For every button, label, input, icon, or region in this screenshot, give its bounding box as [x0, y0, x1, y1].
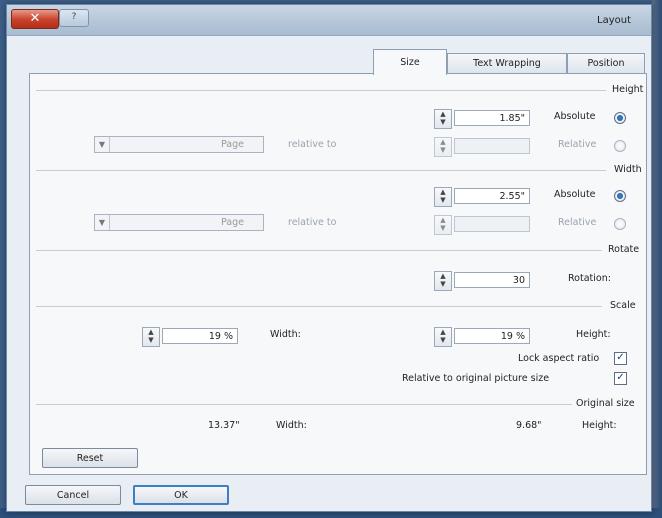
height-relative-label: Relative	[558, 139, 597, 150]
width-relative-label: Relative	[558, 217, 597, 228]
height-absolute-spin-icon[interactable]: ▲ ▼	[434, 109, 452, 129]
width-absolute-radio[interactable]	[614, 190, 626, 202]
tab-position[interactable]: Position	[567, 53, 645, 74]
help-button[interactable]: ?	[59, 9, 89, 27]
width-relative-radio[interactable]	[614, 218, 626, 230]
height-absolute-radio[interactable]	[614, 112, 626, 124]
layout-dialog: ✕ ? Layout Size Text Wrapping Position H…	[6, 4, 652, 512]
lock-aspect-label: Lock aspect ratio	[518, 353, 600, 364]
rotate-section-title: Rotate	[608, 244, 640, 255]
width-relative-to-dropdown[interactable]: ▼ Page	[94, 214, 264, 231]
tab-text-wrapping[interactable]: Text Wrapping	[447, 53, 567, 74]
original-width-label: Width:	[276, 420, 307, 431]
separator	[36, 250, 602, 251]
reset-button[interactable]: Reset	[42, 448, 138, 468]
title-bar[interactable]: ✕ ? Layout	[7, 5, 651, 36]
height-absolute-field[interactable]: 1.85"	[454, 110, 530, 126]
window-title: Layout	[597, 15, 631, 26]
width-absolute-field[interactable]: 2.55"	[454, 188, 530, 204]
original-size-section-title: Original size	[576, 398, 635, 409]
lock-aspect-checkbox[interactable]: ✓	[614, 352, 627, 365]
width-relative-spin-icon[interactable]: ▲ ▼	[434, 215, 452, 235]
rotation-label: Rotation:	[568, 273, 611, 284]
original-height-label: Height:	[582, 420, 617, 431]
height-relative-to-label: relative to	[288, 139, 337, 150]
scale-height-label: Height:	[576, 329, 611, 340]
chevron-down-icon: ▼	[95, 137, 110, 152]
desktop-edge	[652, 0, 662, 518]
separator	[36, 170, 606, 171]
separator	[36, 90, 606, 91]
width-absolute-label: Absolute	[554, 189, 596, 200]
separator	[36, 404, 572, 405]
width-relative-field[interactable]	[454, 216, 530, 232]
height-relative-to-value: Page	[221, 139, 244, 150]
scale-width-spin-icon[interactable]: ▲ ▼	[142, 327, 160, 347]
original-height-value: 9.68"	[516, 420, 542, 431]
width-section-title: Width	[614, 164, 642, 175]
height-section-title: Height	[612, 84, 644, 95]
close-button[interactable]: ✕	[11, 9, 59, 29]
scale-height-spin-icon[interactable]: ▲ ▼	[434, 327, 452, 347]
original-width-value: 13.37"	[208, 420, 240, 431]
height-relative-radio[interactable]	[614, 140, 626, 152]
scale-width-label: Width:	[270, 329, 301, 340]
scale-width-field[interactable]: 19 %	[162, 328, 238, 344]
rotation-spin-icon[interactable]: ▲ ▼	[434, 271, 452, 291]
width-relative-to-label: relative to	[288, 217, 337, 228]
height-relative-field[interactable]	[454, 138, 530, 154]
ok-button[interactable]: OK	[133, 485, 229, 505]
relative-original-label: Relative to original picture size	[402, 373, 550, 384]
height-relative-spin-icon[interactable]: ▲ ▼	[434, 137, 452, 157]
rotation-field[interactable]: 30	[454, 272, 530, 288]
width-absolute-spin-icon[interactable]: ▲ ▼	[434, 187, 452, 207]
cancel-button[interactable]: Cancel	[25, 485, 121, 505]
chevron-down-icon: ▼	[95, 215, 110, 230]
height-relative-to-dropdown[interactable]: ▼ Page	[94, 136, 264, 153]
height-absolute-label: Absolute	[554, 111, 596, 122]
tab-size[interactable]: Size	[373, 49, 447, 75]
relative-original-checkbox[interactable]: ✓	[614, 372, 627, 385]
scale-section-title: Scale	[610, 300, 636, 311]
scale-height-field[interactable]: 19 %	[454, 328, 530, 344]
separator	[36, 306, 602, 307]
width-relative-to-value: Page	[221, 217, 244, 228]
size-tab-panel: Height Absolute 1.85" ▲ ▼ Relative ▲ ▼ rel…	[29, 73, 647, 475]
